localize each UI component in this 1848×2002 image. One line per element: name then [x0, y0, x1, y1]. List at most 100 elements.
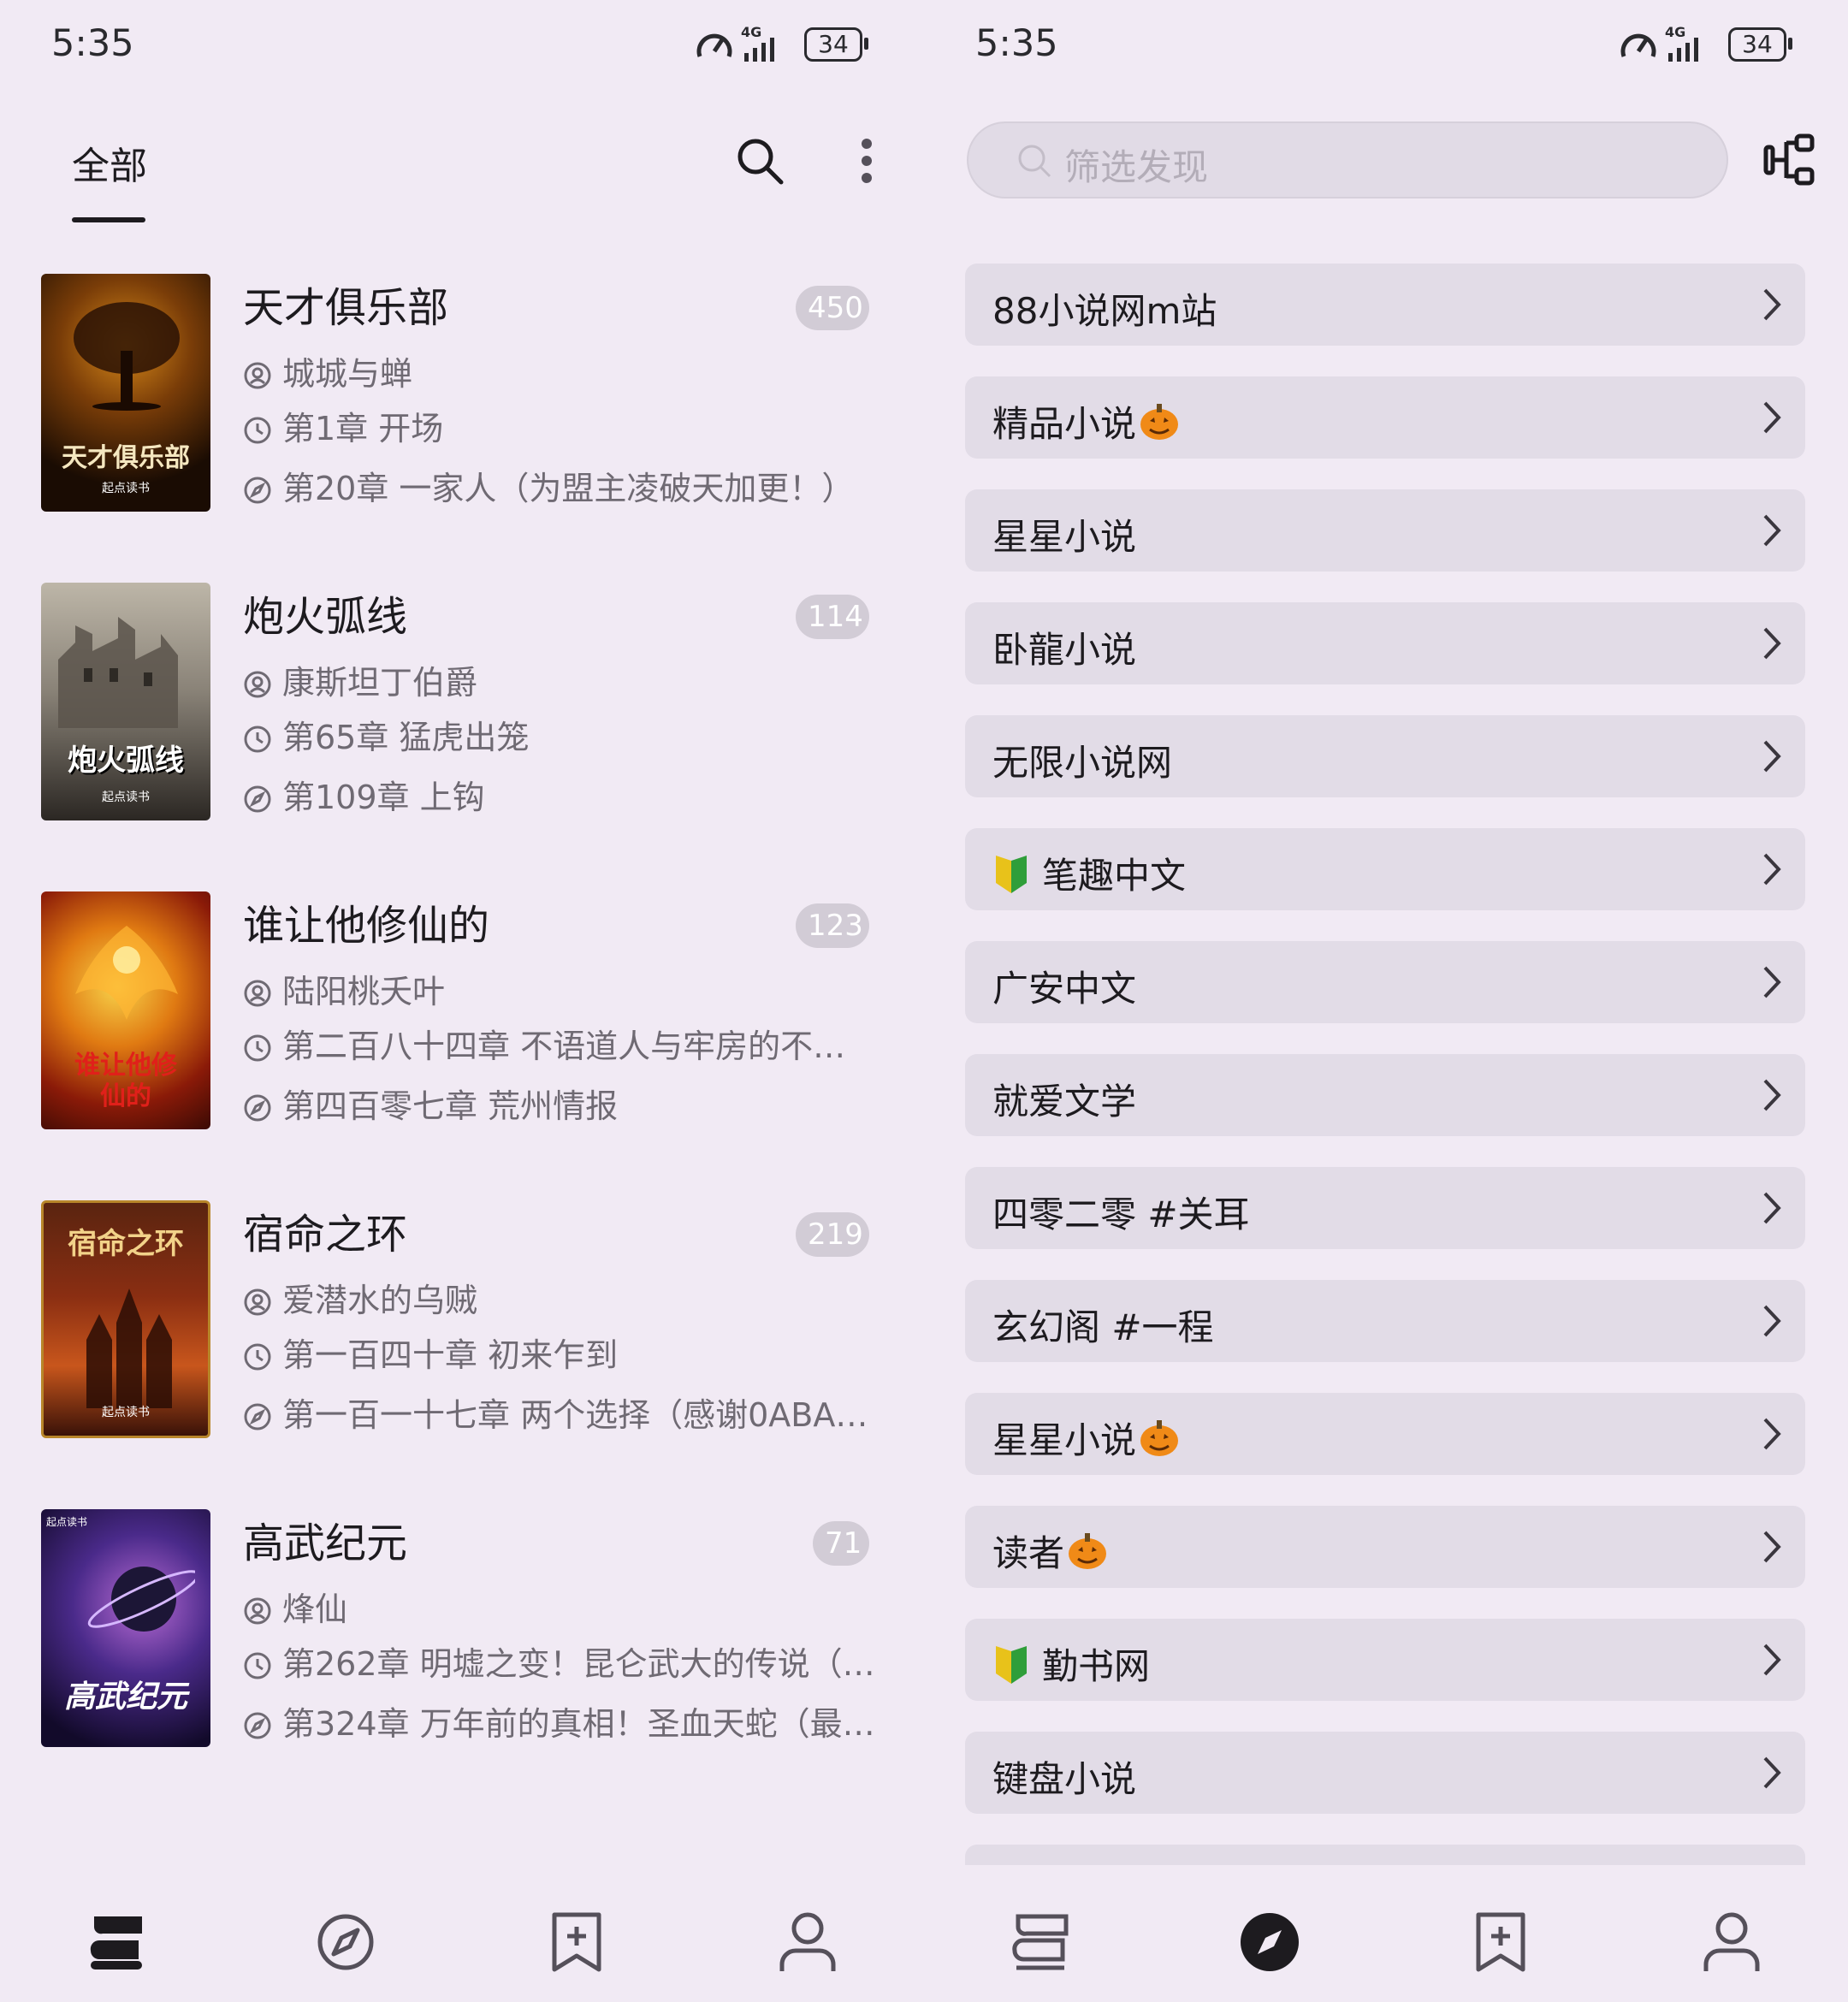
bookmark-add-icon[interactable] [1466, 1908, 1535, 1976]
source-label: 卧龍小说 [992, 629, 1137, 671]
unread-count-badge: 123 [796, 903, 869, 948]
chevron-right-icon [1763, 288, 1781, 321]
filter-icon[interactable] [1762, 133, 1819, 187]
source-label: 星星小说 [992, 1412, 1181, 1464]
source-item[interactable]: 广安中文 [965, 941, 1805, 1023]
source-item[interactable]: 笔趣中文 [965, 828, 1805, 910]
book-item[interactable]: 起点读书 高武纪元 高武纪元 71 烽仙 第262章 明墟之变！昆仑武大的传说（… [41, 1509, 897, 1749]
clock-icon [244, 1343, 271, 1371]
pumpkin-icon [1140, 404, 1179, 440]
more-vertical-icon[interactable] [856, 137, 878, 185]
source-label: 就爱文学 [992, 1081, 1137, 1122]
unread-count-badge: 450 [796, 286, 869, 330]
unread-count-badge: 114 [796, 595, 869, 639]
author-icon [244, 1597, 271, 1625]
cover-publisher: 起点读书 [46, 1516, 88, 1528]
bottom-nav [924, 1865, 1848, 2002]
source-item[interactable]: 键盘小说 [965, 1732, 1805, 1814]
source-item[interactable]: 就爱文学 [965, 1054, 1805, 1136]
source-item[interactable]: 四零二零 #关耳 [965, 1167, 1805, 1249]
book-last-read: 第1章 开场 [243, 402, 924, 449]
compass-small-icon [244, 1403, 271, 1430]
chevron-right-icon [1763, 1756, 1781, 1789]
book-cover: 宿命之环 起点读书 [41, 1200, 210, 1438]
pumpkin-icon [1069, 1533, 1107, 1569]
book-author: 陆阳桃夭叶 [243, 965, 924, 1012]
explore-screen: 5:35 4G 34 筛选发现 88小说网m站 精品小说 星星小说 卧龍小说 无… [924, 0, 1848, 2002]
signal-icon [744, 38, 774, 62]
book-author: 爱潜水的乌贼 [243, 1274, 924, 1321]
cathedral-illustration [86, 1288, 172, 1408]
speed-icon [696, 33, 732, 57]
author-icon [244, 671, 271, 698]
cover-title: 炮火弧线 [68, 743, 184, 778]
compass-icon[interactable] [311, 1908, 380, 1976]
tab-all[interactable]: 全部 [72, 135, 147, 190]
person-icon[interactable] [773, 1908, 842, 1976]
source-label: 广安中文 [992, 968, 1137, 1010]
book-author: 城城与蝉 [243, 347, 924, 394]
clock-icon [244, 417, 271, 444]
source-item[interactable]: 勤书网 [965, 1619, 1805, 1701]
source-item[interactable]: 星星小说 [965, 1393, 1805, 1475]
compass-small-icon [244, 1712, 271, 1739]
search-placeholder: 筛选发现 [1064, 146, 1209, 188]
book-item[interactable]: 天才俱乐部 起点读书 天才俱乐部 450 城城与蝉 第1章 开场 第20章 一家… [41, 274, 897, 513]
bottom-nav [0, 1865, 924, 2002]
cover-publisher: 起点读书 [102, 791, 150, 804]
chevron-right-icon [1763, 1192, 1781, 1224]
book-title: 高武纪元 [243, 1519, 408, 1567]
source-item[interactable]: 88小说网m站 [965, 264, 1805, 346]
source-item[interactable]: 卧龍小说 [965, 602, 1805, 684]
source-label: 精品小说 [992, 395, 1181, 447]
source-item[interactable]: 无限小说网 [965, 715, 1805, 797]
chevron-right-icon [1763, 1418, 1781, 1450]
battery-tip [864, 38, 868, 50]
cover-title: 高武纪元 [63, 1679, 187, 1715]
book-latest-chapter: 第324章 万年前的真相！圣血天蛇（最… [243, 1697, 924, 1744]
cover-publisher: 起点读书 [102, 482, 150, 495]
speed-icon [1620, 33, 1656, 57]
beginner-leaf-icon [996, 1646, 1027, 1684]
filter-search-input[interactable]: 筛选发现 [967, 121, 1728, 198]
source-label: 笔趣中文 [992, 847, 1186, 899]
search-icon[interactable] [734, 135, 785, 187]
battery-indicator: 34 [1728, 27, 1786, 62]
bookmark-add-icon[interactable] [542, 1908, 611, 1976]
signal-icon [1668, 38, 1698, 62]
book-latest-chapter: 第109章 上钩 [243, 771, 924, 818]
phoenix-illustration [75, 926, 178, 1020]
search-icon [1018, 145, 1051, 178]
book-last-read: 第一百四十章 初来乍到 [243, 1329, 924, 1376]
person-icon[interactable] [1697, 1908, 1766, 1976]
book-last-read: 第65章 猛虎出笼 [243, 711, 924, 758]
book-item[interactable]: 谁让他修仙的 谁让他修仙的 123 陆阳桃夭叶 第二百八十四章 不语道人与牢房的… [41, 891, 897, 1131]
chevron-right-icon [1763, 966, 1781, 998]
book-cover: 起点读书 高武纪元 [41, 1509, 210, 1747]
chevron-right-icon [1763, 1531, 1781, 1563]
book-cover: 天才俱乐部 起点读书 [41, 274, 210, 512]
book-item[interactable]: 宿命之环 起点读书 宿命之环 219 爱潜水的乌贼 第一百四十章 初来乍到 第一… [41, 1200, 897, 1440]
book-author: 烽仙 [243, 1583, 924, 1630]
book-item[interactable]: 炮火弧线 起点读书 炮火弧线 114 康斯坦丁伯爵 第65章 猛虎出笼 第109… [41, 583, 897, 822]
compass-icon[interactable] [1235, 1908, 1304, 1976]
compass-small-icon [244, 785, 271, 813]
book-last-read: 第262章 明墟之变！昆仑武大的传说（… [243, 1638, 924, 1685]
cover-title: 宿命之环 [68, 1227, 184, 1261]
cover-title: 谁让他修仙的 [74, 1051, 177, 1111]
bookshelf-screen: 5:35 4G 34 全部 天才俱乐部 起点读书 天才俱乐部 450 城城与蝉 … [0, 0, 924, 2002]
source-item[interactable]: 玄幻阁 #一程 [965, 1280, 1805, 1362]
source-item[interactable]: 读者 [965, 1506, 1805, 1588]
chevron-right-icon [1763, 1079, 1781, 1111]
author-icon [244, 1288, 271, 1316]
status-icons: 4G 34 [696, 24, 876, 67]
book-cover: 炮火弧线 起点读书 [41, 583, 210, 820]
clock-icon [244, 1034, 271, 1062]
bookshelf-icon[interactable] [82, 1908, 151, 1976]
author-icon [244, 980, 271, 1007]
ruins-illustration [58, 617, 178, 728]
source-item[interactable]: 星星小说 [965, 489, 1805, 572]
source-item[interactable]: 精品小说 [965, 376, 1805, 459]
unread-count-badge: 219 [796, 1212, 869, 1257]
bookshelf-icon[interactable] [1006, 1908, 1075, 1976]
